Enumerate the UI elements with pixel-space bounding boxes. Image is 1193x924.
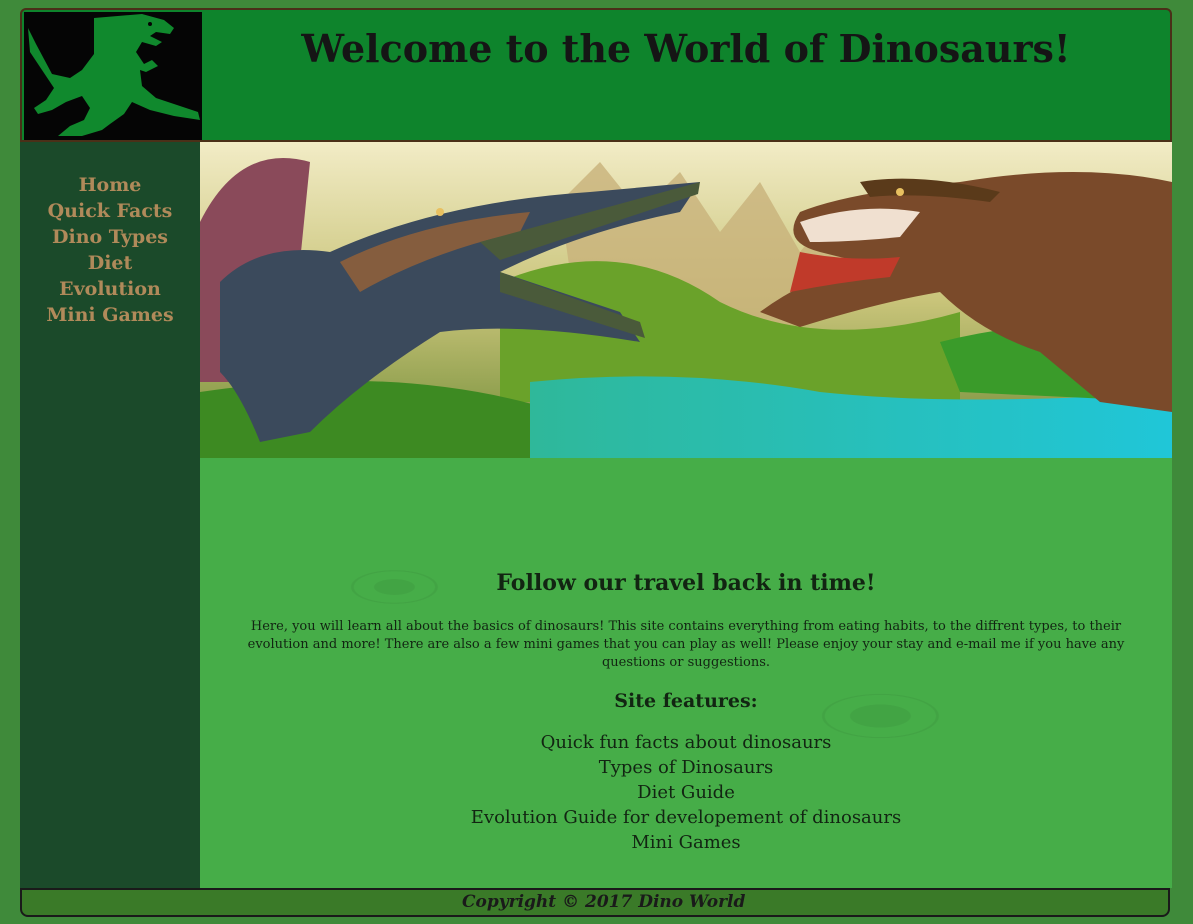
features-heading: Site features: <box>614 690 758 712</box>
copyright-text: Copyright © 2017 Dino World <box>462 892 746 912</box>
t-rex-silhouette-icon <box>28 14 200 136</box>
feature-item: Evolution Guide for developement of dino… <box>470 807 902 828</box>
feature-item: Diet Guide <box>637 782 735 803</box>
nav-item-diet[interactable]: Diet <box>20 250 200 276</box>
nav-item-evolution[interactable]: Evolution <box>20 276 200 302</box>
logo <box>24 12 202 140</box>
footer: Copyright © 2017 Dino World <box>20 888 1170 917</box>
intro-paragraph: Here, you will learn all about the basic… <box>247 619 1125 670</box>
page: Welcome to the World of Dinosaurs! Home … <box>20 8 1172 917</box>
content-heading: Follow our travel back in time! <box>496 570 876 596</box>
header: Welcome to the World of Dinosaurs! <box>20 8 1172 142</box>
nav-item-mini-games[interactable]: Mini Games <box>20 302 200 328</box>
nav-list: Home Quick Facts Dino Types Diet Evoluti… <box>20 142 200 328</box>
feature-item: Quick fun facts about dinosaurs <box>540 732 832 753</box>
nav-item-quick-facts[interactable]: Quick Facts <box>20 198 200 224</box>
hero-image <box>200 142 1172 458</box>
nav-item-dino-types[interactable]: Dino Types <box>20 224 200 250</box>
dinosaur-battle-illustration <box>200 142 1172 458</box>
features-list: Quick fun facts about dinosaurs Types of… <box>200 730 1172 855</box>
main-content: Follow our travel back in time! Here, yo… <box>200 458 1172 888</box>
sidebar-nav: Home Quick Facts Dino Types Diet Evoluti… <box>20 142 200 888</box>
feature-item: Types of Dinosaurs <box>598 757 774 778</box>
site-title: Welcome to the World of Dinosaurs! <box>301 26 1071 71</box>
nav-item-home[interactable]: Home <box>20 172 200 198</box>
feature-item: Mini Games <box>631 832 741 853</box>
